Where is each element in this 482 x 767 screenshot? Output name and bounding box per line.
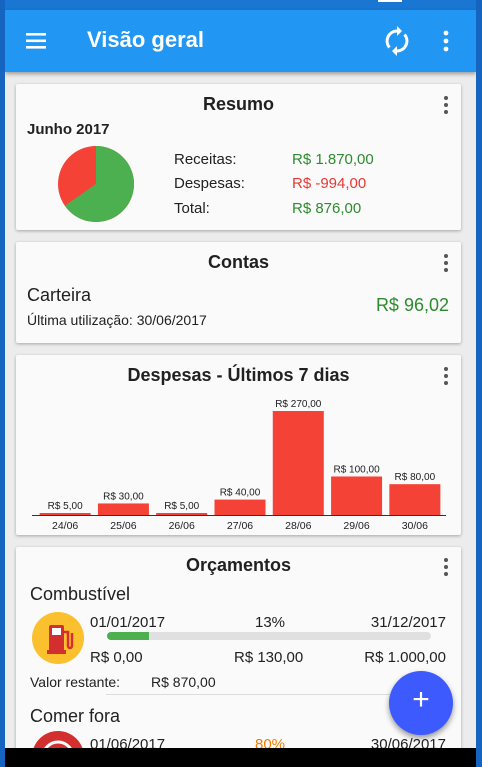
budget-name-2: Comer fora [30, 706, 121, 726]
expenses-more-icon[interactable] [439, 365, 453, 387]
fuel-pump-icon [32, 612, 84, 664]
bar-value-label: R$ 270,00 [275, 399, 322, 410]
bar-29/06 [331, 476, 383, 515]
account-last-used: Última utilização: 30/06/2017 [27, 312, 207, 328]
x-tick-label: 27/06 [227, 520, 253, 532]
restaurant-icon [32, 731, 84, 748]
summary-month: Junho 2017 [27, 121, 110, 138]
budgets-more-icon[interactable] [439, 556, 453, 578]
budget-remaining-label: Valor restante: [30, 674, 121, 690]
bar-27/06 [214, 499, 266, 515]
budget-percent: 13% [255, 614, 286, 631]
bar-value-label: R$ 40,00 [220, 488, 261, 499]
budget-divider [106, 694, 401, 695]
bar-value-label: R$ 30,00 [103, 491, 144, 502]
budget-start-date-2: 01/06/2017 [90, 736, 166, 748]
bar-25/06 [97, 503, 149, 515]
x-tick-label: 29/06 [343, 520, 369, 532]
summary-more-icon[interactable] [439, 94, 453, 116]
accounts-more-icon[interactable] [439, 252, 453, 274]
income-label: Receitas: [174, 151, 237, 168]
expenses-value: R$ -994,00 [292, 175, 367, 192]
status-icons [378, 0, 402, 8]
bar-24/06 [39, 513, 91, 515]
summary-pie-chart [58, 146, 134, 222]
summary-card: Resumo Junho 2017 Receitas: R$ 1.870,00 … [16, 84, 461, 230]
expenses-chart-card[interactable]: Despesas - Últimos 7 dias R$ 5,00 24/06 R$… [16, 355, 461, 535]
budget-progress-fill [107, 632, 150, 640]
bar-30/06 [389, 484, 441, 515]
status-bar [5, 0, 476, 10]
app-bar: Visão geral [5, 10, 476, 72]
account-balance: R$ 96,02 [375, 295, 449, 315]
income-value: R$ 1.870,00 [292, 151, 374, 168]
expenses-title: Despesas - Últimos 7 dias [127, 365, 350, 385]
budget-progress-bar [107, 632, 431, 640]
total-label: Total: [174, 200, 210, 217]
budget-limit: R$ 1.000,00 [364, 649, 446, 666]
page-title: Visão geral [87, 27, 204, 52]
add-button[interactable]: + [389, 671, 453, 735]
app-screen: Visão geral Resumo Junho 2017 Receitas: … [5, 0, 476, 767]
menu-icon[interactable] [23, 27, 51, 55]
budget-end-date: 31/12/2017 [370, 614, 446, 631]
budgets-title: Orçamentos [185, 555, 292, 575]
bar-value-label: R$ 5,00 [48, 501, 83, 512]
overview-content[interactable]: Resumo Junho 2017 Receitas: R$ 1.870,00 … [5, 72, 476, 748]
budget-current: R$ 130,00 [234, 649, 304, 666]
navigation-bar [5, 748, 476, 767]
bar-value-label: R$ 80,00 [395, 472, 436, 483]
x-tick-label: 30/06 [402, 520, 428, 532]
bar-28/06 [272, 411, 324, 515]
budget-start-date: 01/01/2017 [90, 614, 166, 631]
x-tick-label: 25/06 [110, 520, 136, 532]
budget-name: Combustível [30, 584, 131, 604]
budget-percent-2: 80% [255, 736, 286, 748]
bar-26/06 [156, 513, 208, 515]
bar-value-label: R$ 100,00 [333, 464, 380, 475]
total-value: R$ 876,00 [292, 200, 362, 217]
accounts-card[interactable]: Contas Carteira Última utilização: 30/06… [16, 242, 461, 343]
x-tick-label: 28/06 [285, 520, 311, 532]
budget-end-date-2: 30/06/2017 [370, 736, 446, 748]
expenses-label: Despesas: [174, 175, 245, 192]
sync-icon[interactable] [381, 25, 413, 57]
add-icon: + [412, 683, 430, 716]
account-name: Carteira [27, 285, 92, 305]
accounts-title: Contas [207, 252, 269, 272]
expenses-bar-chart: R$ 5,00 24/06 R$ 30,00 25/06 R$ 5,00 26/06 R$ … [32, 399, 446, 532]
x-tick-label: 24/06 [52, 520, 78, 532]
x-tick-label: 26/06 [169, 520, 195, 532]
budget-remaining-value: R$ 870,00 [151, 674, 216, 690]
more-vert-icon[interactable] [437, 26, 455, 56]
summary-title: Resumo [202, 94, 274, 114]
bar-value-label: R$ 5,00 [164, 501, 199, 512]
budget-spent: R$ 0,00 [90, 649, 143, 666]
